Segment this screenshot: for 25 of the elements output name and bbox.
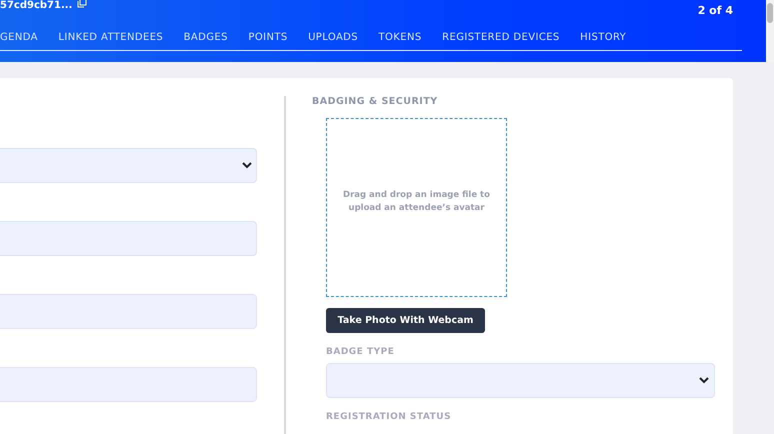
input-field[interactable] bbox=[0, 221, 257, 256]
field-label: BADGE TYPE bbox=[326, 347, 396, 359]
nav-tab[interactable]: POINTS bbox=[248, 30, 288, 44]
chevron-down-icon bbox=[699, 377, 709, 384]
input-field[interactable] bbox=[0, 294, 257, 329]
dropzone-text: Drag and drop an image file to upload an attendee’s avatar bbox=[342, 188, 491, 214]
scrollbar[interactable] bbox=[766, 0, 774, 62]
select-field[interactable] bbox=[0, 148, 257, 183]
chevron-down-icon bbox=[242, 162, 252, 169]
nav-tab[interactable]: REGISTERED DEVICES bbox=[442, 30, 560, 44]
section-heading: BADGING & SECURITY bbox=[312, 96, 439, 107]
input-field[interactable] bbox=[0, 367, 257, 402]
nav-tab[interactable]: GENDA bbox=[0, 30, 38, 44]
select-field[interactable] bbox=[326, 363, 715, 398]
webcam-button[interactable]: Take Photo With Webcam bbox=[326, 308, 485, 333]
field-label: REGISTRATION STATUS bbox=[326, 412, 452, 424]
avatar-dropzone[interactable]: Drag and drop an image file to upload an attendee’s avatar bbox=[326, 118, 507, 297]
nav-tab[interactable]: HISTORY bbox=[580, 30, 626, 44]
nav-tab[interactable]: UPLOADS bbox=[308, 30, 358, 44]
copy-icon[interactable] bbox=[77, 0, 88, 8]
nav-tab[interactable]: LINKED ATTENDEES bbox=[58, 30, 164, 44]
pager-count: 2 of 4 bbox=[698, 4, 733, 17]
nav-tab[interactable]: BADGES bbox=[184, 30, 228, 44]
nav-tab[interactable]: TOKENS bbox=[378, 30, 422, 44]
record-id: 57cd9cb71... bbox=[0, 0, 72, 11]
